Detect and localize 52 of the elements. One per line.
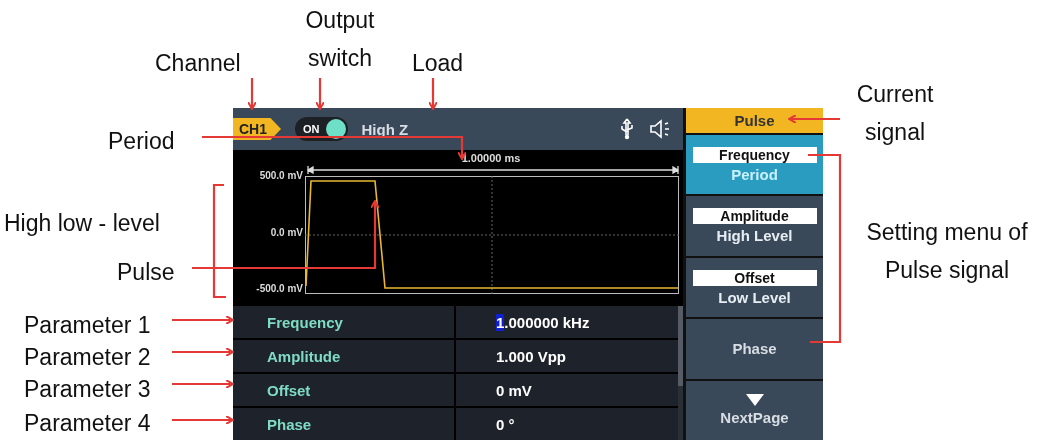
callout-arrow bbox=[788, 114, 840, 124]
signal-title: Pulse bbox=[686, 108, 823, 133]
parameter-value[interactable]: 1.000 Vpp bbox=[456, 340, 678, 372]
callout-arrow bbox=[315, 78, 325, 110]
menu-option-label: High Level bbox=[716, 227, 793, 245]
menu-button[interactable]: Frequency Period bbox=[686, 135, 823, 195]
down-triangle-icon bbox=[745, 394, 764, 407]
callout-label: Parameter 1 bbox=[24, 311, 151, 340]
scrollbar[interactable] bbox=[678, 306, 683, 440]
menu-button[interactable]: NextPage bbox=[686, 380, 823, 441]
callout-arrow bbox=[172, 379, 234, 389]
callout-label: High low - level bbox=[4, 209, 160, 238]
menu-option-label: Period bbox=[731, 165, 778, 183]
period-label: 1.00000 ms bbox=[461, 152, 521, 164]
callout-label: Parameter 4 bbox=[24, 409, 151, 438]
menu-button[interactable]: Amplitude High Level bbox=[686, 196, 823, 256]
callout-label: Setting menu of Pulse signal bbox=[865, 218, 1029, 285]
callout-label: Output switch bbox=[304, 6, 376, 73]
menu-button[interactable]: Phase bbox=[686, 319, 823, 379]
callout-label: Channel bbox=[155, 49, 241, 78]
parameter-value[interactable]: 1.000000 kHz bbox=[456, 306, 678, 338]
callout-label: Period bbox=[108, 127, 175, 156]
callout-label: Load bbox=[412, 49, 464, 78]
parameter-name[interactable]: Offset bbox=[233, 374, 456, 406]
parameter-name[interactable]: Phase bbox=[233, 408, 456, 440]
menu-option-label: Offset bbox=[692, 269, 817, 286]
output-toggle[interactable]: ON bbox=[295, 117, 348, 141]
callout-arrow bbox=[172, 415, 234, 425]
axis-label: -500.0 mV bbox=[256, 283, 303, 294]
menu-button[interactable]: Offset Low Level bbox=[686, 257, 823, 318]
menu-option-label: Low Level bbox=[718, 288, 791, 306]
parameter-value[interactable]: 0 ° bbox=[456, 408, 678, 440]
callout-label: Parameter 2 bbox=[24, 343, 151, 372]
menu-option-label: Frequency bbox=[692, 146, 817, 163]
callout-arrow bbox=[247, 78, 257, 110]
parameter-name[interactable]: Frequency bbox=[233, 306, 456, 338]
callout-arrow bbox=[172, 315, 234, 325]
usb-icon bbox=[619, 118, 635, 140]
axis-label: 0.0 mV bbox=[269, 226, 303, 238]
menu-option-label: NextPage bbox=[720, 409, 789, 427]
callout-label: Parameter 3 bbox=[24, 375, 151, 404]
period-span-icon bbox=[307, 166, 679, 174]
callout-label: Current signal bbox=[855, 80, 935, 147]
callout-label: Pulse bbox=[117, 258, 175, 287]
load-label: High Z bbox=[361, 120, 409, 138]
callout-arrow bbox=[172, 347, 234, 357]
parameter-name[interactable]: Amplitude bbox=[233, 340, 456, 372]
axis-label: 500.0 mV bbox=[258, 170, 303, 181]
parameter-value[interactable]: 0 mV bbox=[456, 374, 678, 406]
menu-option-label: Amplitude bbox=[692, 208, 817, 225]
callout-arrow bbox=[428, 78, 438, 110]
channel-badge[interactable]: CH1 bbox=[233, 118, 281, 140]
